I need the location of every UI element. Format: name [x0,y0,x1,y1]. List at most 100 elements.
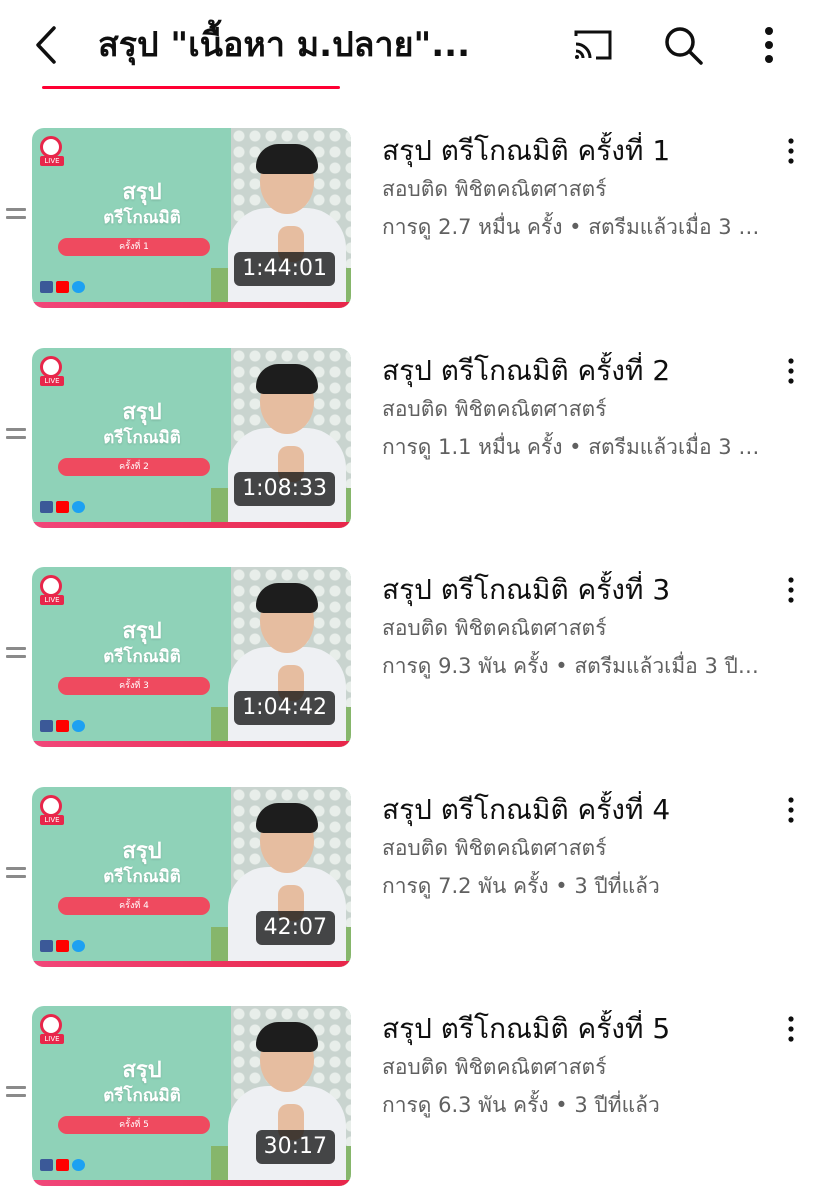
back-chevron-icon [36,26,56,64]
thumbnail-episode-pill: ครั้งที่ 5 [58,1116,210,1134]
video-meta: การดู 1.1 หมื่น ครั้ง • สตรีมแล้วเมื่อ 3… [382,435,770,459]
video-thumbnail[interactable]: LIVE สรุป ตรีโกณมิติ ครั้งที่ 5 30:17 [32,1006,351,1186]
playlist-item[interactable]: LIVE สรุป ตรีโกณมิติ ครั้งที่ 2 1:08:33 … [0,348,826,528]
facebook-icon [40,501,53,513]
playlist-item[interactable]: LIVE สรุป ตรีโกณมิติ ครั้งที่ 4 42:07 สร… [0,787,826,967]
live-badge-icon: LIVE [40,136,64,166]
social-icons [40,1156,100,1171]
live-badge-label: LIVE [40,595,64,605]
live-badge-icon: LIVE [40,1014,64,1044]
social-icons [40,717,100,732]
video-title[interactable]: สรุป ตรีโกณมิติ ครั้งที่ 3 [382,571,762,609]
more-vertical-icon [788,797,794,823]
more-vertical-icon [788,138,794,164]
video-menu-button[interactable] [776,795,806,825]
live-badge-icon: LIVE [40,575,64,605]
thumbnail-subheading: ตรีโกณมิติ [103,428,181,448]
live-badge-icon: LIVE [40,356,64,386]
more-vertical-icon [788,1016,794,1042]
search-button[interactable] [660,22,706,68]
social-icons [40,937,100,952]
thumbnail-bottom-bar [32,522,351,528]
twitter-icon [72,940,85,952]
thumbnail-person-hair [256,364,318,394]
thumbnail-person-hair [256,583,318,613]
video-channel: สอบติด พิชิตคณิตศาสตร์ [382,1055,607,1079]
search-icon [665,27,703,65]
drag-handle-icon[interactable] [6,1086,26,1102]
duration-badge: 1:08:33 [234,472,335,506]
duration-badge: 1:44:01 [234,252,335,286]
thumbnail-subheading: ตรีโกณมิติ [103,867,181,887]
twitter-icon [72,281,85,293]
drag-handle-icon[interactable] [6,867,26,883]
video-channel: สอบติด พิชิตคณิตศาสตร์ [382,836,607,860]
twitter-icon [72,720,85,732]
thumbnail-episode-pill: ครั้งที่ 1 [58,238,210,256]
drag-handle-icon[interactable] [6,208,26,224]
facebook-icon [40,281,53,293]
thumbnail-episode-pill: ครั้งที่ 4 [58,897,210,915]
thumbnail-subheading: ตรีโกณมิติ [103,1086,181,1106]
live-badge-label: LIVE [40,1034,64,1044]
top-app-bar: สรุป "เนื้อหา ม.ปลาย"... [0,0,826,90]
live-badge-icon: LIVE [40,795,64,825]
live-badge-label: LIVE [40,815,64,825]
video-meta: การดู 7.2 พัน ครั้ง • 3 ปีที่แล้ว [382,874,660,898]
thumbnail-bottom-bar [32,1180,351,1186]
video-thumbnail[interactable]: LIVE สรุป ตรีโกณมิติ ครั้งที่ 2 1:08:33 [32,348,351,528]
video-menu-button[interactable] [776,1014,806,1044]
video-menu-button[interactable] [776,356,806,386]
back-button[interactable] [28,20,68,70]
social-icons [40,278,100,293]
video-channel: สอบติด พิชิตคณิตศาสตร์ [382,177,607,201]
header-accent-strip [42,86,340,89]
more-vertical-icon [788,577,794,603]
drag-handle-icon[interactable] [6,428,26,444]
playlist-title: สรุป "เนื้อหา ม.ปลาย"... [98,25,470,65]
thumbnail-episode-pill: ครั้งที่ 2 [58,458,210,476]
duration-badge: 30:17 [255,1130,335,1164]
thumbnail-bottom-bar [32,741,351,747]
video-meta: การดู 6.3 พัน ครั้ง • 3 ปีที่แล้ว [382,1093,660,1117]
youtube-icon [56,281,69,293]
more-options-button[interactable] [746,22,792,68]
more-vertical-icon [765,27,773,63]
drag-handle-icon[interactable] [6,647,26,663]
video-meta: การดู 2.7 หมื่น ครั้ง • สตรีมแล้วเมื่อ 3… [382,215,770,239]
video-title[interactable]: สรุป ตรีโกณมิติ ครั้งที่ 2 [382,352,762,390]
duration-badge: 42:07 [255,911,335,945]
more-vertical-icon [788,358,794,384]
video-title[interactable]: สรุป ตรีโกณมิติ ครั้งที่ 4 [382,791,762,829]
facebook-icon [40,1159,53,1171]
video-thumbnail[interactable]: LIVE สรุป ตรีโกณมิติ ครั้งที่ 3 1:04:42 [32,567,351,747]
live-badge-label: LIVE [40,376,64,386]
video-thumbnail[interactable]: LIVE สรุป ตรีโกณมิติ ครั้งที่ 4 42:07 [32,787,351,967]
youtube-icon [56,720,69,732]
duration-badge: 1:04:42 [234,691,335,725]
video-menu-button[interactable] [776,136,806,166]
facebook-icon [40,940,53,952]
video-title[interactable]: สรุป ตรีโกณมิติ ครั้งที่ 1 [382,132,762,170]
thumbnail-episode-pill: ครั้งที่ 3 [58,677,210,695]
social-icons [40,498,100,513]
thumbnail-subheading: ตรีโกณมิติ [103,647,181,667]
thumbnail-bottom-bar [32,961,351,967]
video-title[interactable]: สรุป ตรีโกณมิติ ครั้งที่ 5 [382,1010,762,1048]
video-thumbnail[interactable]: LIVE สรุป ตรีโกณมิติ ครั้งที่ 1 1:44:01 [32,128,351,308]
thumbnail-person-hair [256,803,318,833]
playlist-item[interactable]: LIVE สรุป ตรีโกณมิติ ครั้งที่ 5 30:17 สร… [0,1006,826,1186]
twitter-icon [72,501,85,513]
cast-button[interactable] [570,22,616,68]
video-meta: การดู 9.3 พัน ครั้ง • สตรีมแล้วเมื่อ 3 ป… [382,654,770,678]
thumbnail-person-hair [256,144,318,174]
cast-icon [574,30,612,60]
youtube-icon [56,501,69,513]
playlist-item[interactable]: LIVE สรุป ตรีโกณมิติ ครั้งที่ 1 1:44:01 … [0,128,826,308]
thumbnail-bottom-bar [32,302,351,308]
youtube-icon [56,940,69,952]
video-channel: สอบติด พิชิตคณิตศาสตร์ [382,616,607,640]
video-menu-button[interactable] [776,575,806,605]
twitter-icon [72,1159,85,1171]
playlist-item[interactable]: LIVE สรุป ตรีโกณมิติ ครั้งที่ 3 1:04:42 … [0,567,826,747]
